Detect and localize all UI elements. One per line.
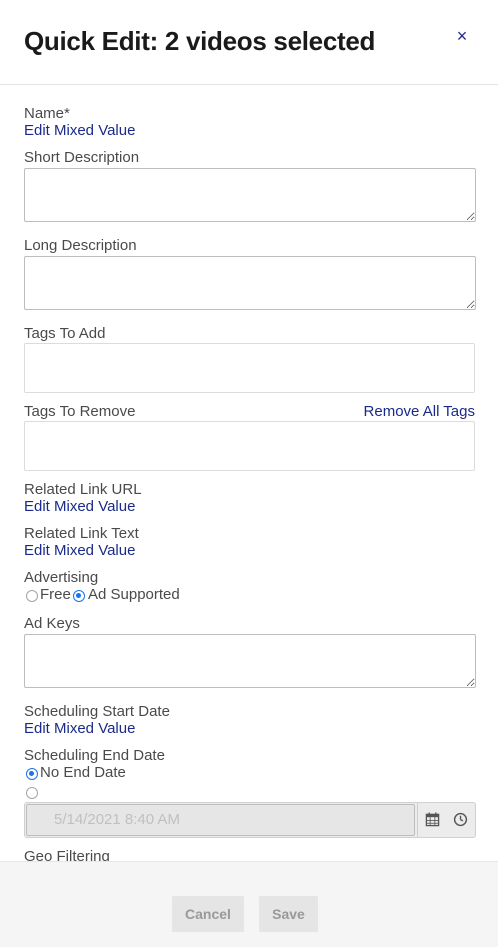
cancel-button[interactable]: Cancel [172,896,244,932]
tags-to-add-label: Tags To Add [24,325,106,342]
short-description-textarea[interactable] [24,168,476,222]
long-description-label: Long Description [24,237,137,254]
date-picker-divider [417,803,418,837]
ad-keys-textarea[interactable] [24,634,476,688]
tags-to-remove-label: Tags To Remove [24,403,136,420]
advertising-label: Advertising [24,569,99,586]
related-link-text-label: Related Link Text [24,525,139,542]
related-link-url-edit-link[interactable]: Edit Mixed Value [24,498,135,515]
name-label: Name* [24,105,70,122]
tags-to-add-input[interactable] [24,343,475,393]
related-link-text-edit-link[interactable]: Edit Mixed Value [24,542,135,559]
ad-keys-label: Ad Keys [24,615,80,632]
remove-all-tags-link[interactable]: Remove All Tags [364,403,475,420]
advertising-free-radio[interactable] [26,590,38,602]
name-edit-mixed-link[interactable]: Edit Mixed Value [24,122,135,139]
custom-end-date-radio[interactable] [26,787,38,799]
modal-header: Quick Edit: 2 videos selected × [0,0,498,85]
scheduling-start-edit-link[interactable]: Edit Mixed Value [24,720,135,737]
end-date-input[interactable]: 5/14/2021 8:40 AM [26,804,415,836]
advertising-free-label[interactable]: Free [40,586,71,603]
close-icon[interactable]: × [452,26,472,46]
long-description-textarea[interactable] [24,256,476,310]
no-end-date-label[interactable]: No End Date [40,764,126,781]
short-description-label: Short Description [24,149,140,166]
advertising-ad-supported-label[interactable]: Ad Supported [88,586,180,603]
no-end-date-radio[interactable] [26,768,38,780]
scheduling-start-date-label: Scheduling Start Date [24,703,170,720]
tags-to-remove-input[interactable] [24,421,475,471]
modal-footer: Cancel Save [0,861,498,947]
modal-body[interactable]: Name* Edit Mixed Value Short Description… [0,85,498,861]
calendar-icon[interactable] [425,812,440,827]
scheduling-end-date-label: Scheduling End Date [24,747,165,764]
modal-title: Quick Edit: 2 videos selected [24,26,376,56]
save-button[interactable]: Save [259,896,318,932]
end-date-picker: 5/14/2021 8:40 AM [24,802,476,838]
clock-icon[interactable] [453,812,468,827]
related-link-url-label: Related Link URL [24,481,142,498]
geo-filtering-label: Geo Filtering [24,848,110,861]
advertising-ad-supported-radio[interactable] [73,590,85,602]
